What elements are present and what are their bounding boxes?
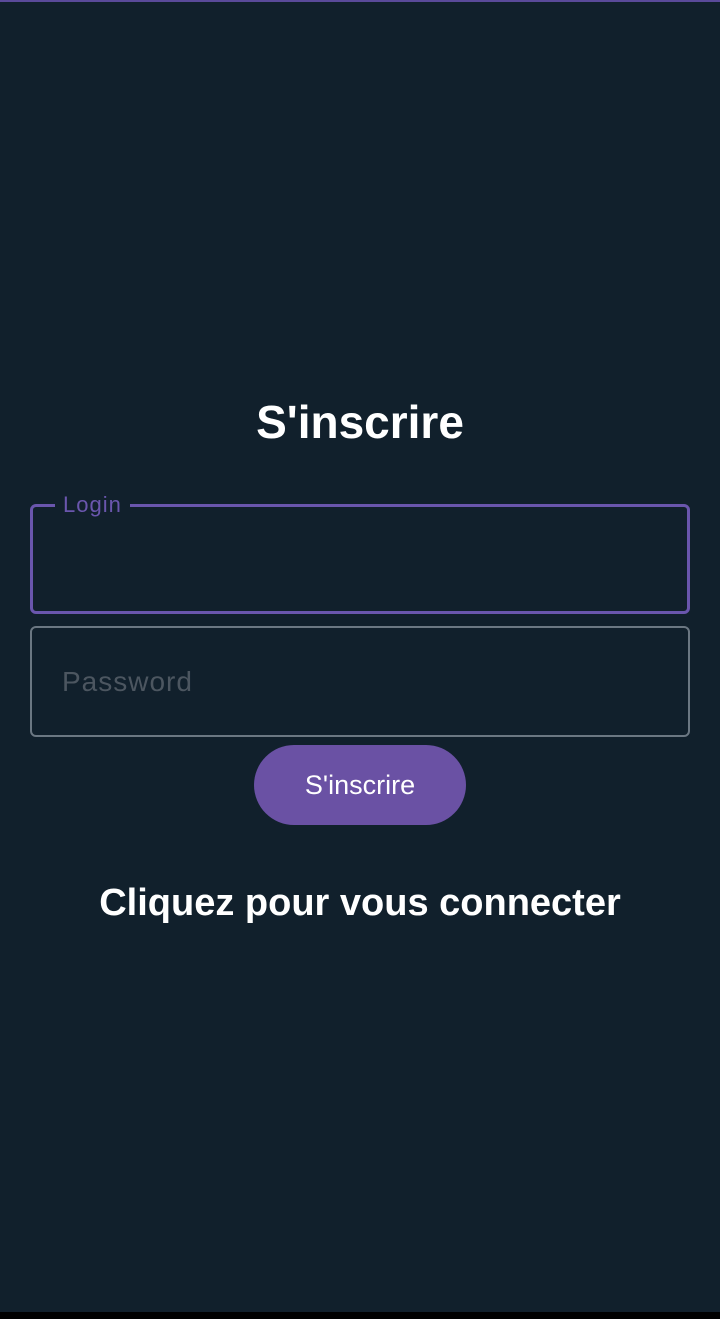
login-link[interactable]: Cliquez pour vous connecter bbox=[0, 878, 720, 928]
top-accent-line bbox=[0, 0, 720, 2]
signup-button[interactable]: S'inscrire bbox=[254, 745, 466, 825]
password-field[interactable] bbox=[30, 626, 690, 737]
login-field[interactable]: Login bbox=[30, 492, 690, 614]
login-input[interactable] bbox=[33, 507, 687, 611]
page-title: S'inscrire bbox=[256, 396, 464, 448]
password-input[interactable] bbox=[32, 628, 688, 735]
bottom-bar bbox=[0, 1312, 720, 1319]
